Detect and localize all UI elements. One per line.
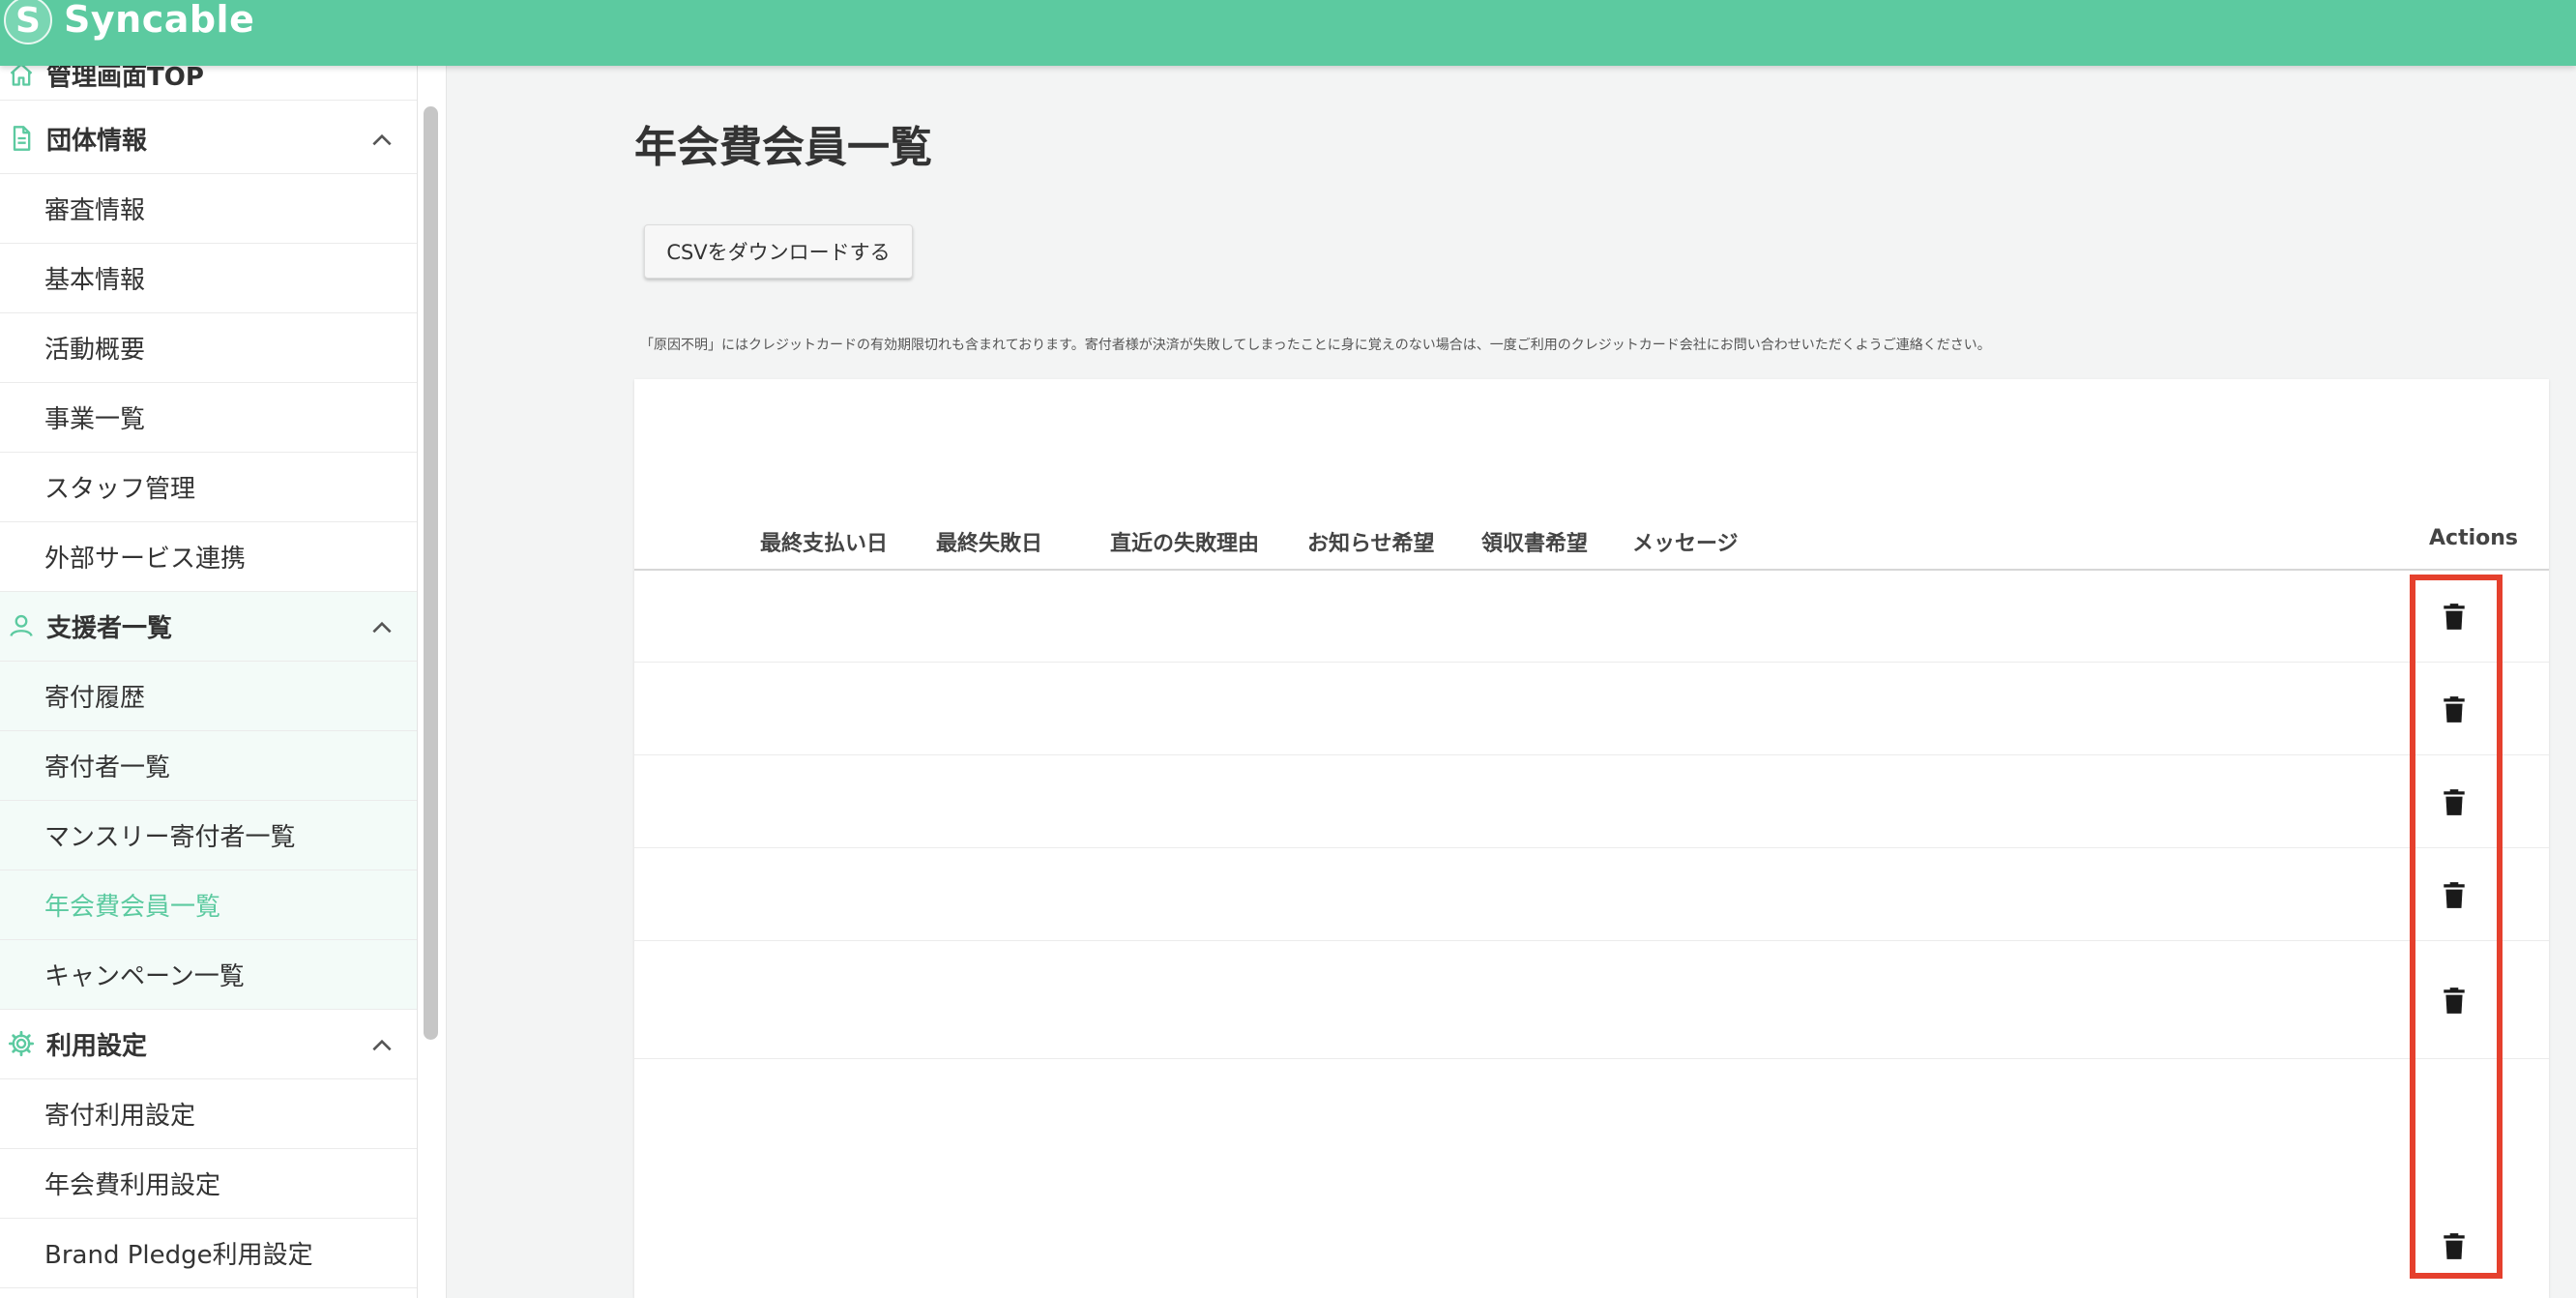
table-row-divider	[634, 1058, 2549, 1059]
sidebar-group-label: 利用設定	[46, 1032, 148, 1061]
chevron-up-icon[interactable]	[369, 1033, 395, 1058]
sidebar-item-label: 事業一覧	[44, 405, 146, 434]
top-app-bar: S Syncable	[0, 0, 2576, 66]
column-header-receipt-preference[interactable]: 領収書希望	[1481, 526, 1588, 557]
column-header-recent-failure-reason[interactable]: 直近の失敗理由	[1110, 526, 1259, 557]
csv-download-button[interactable]: CSVをダウンロードする	[644, 224, 913, 279]
app-name[interactable]: Syncable	[64, 0, 254, 41]
sidebar-item-label: キャンペーン一覧	[44, 962, 245, 991]
sidebar-item-donation-settings[interactable]: 寄付利用設定	[0, 1079, 417, 1149]
sidebar-item-campaigns[interactable]: キャンペーン一覧	[0, 940, 417, 1010]
sidebar-item-donors[interactable]: 寄付者一覧	[0, 731, 417, 801]
sidebar-group-label: 支援者一覧	[46, 614, 173, 643]
sidebar-item-external-services[interactable]: 外部サービス連携	[0, 522, 417, 592]
table-row-divider	[634, 940, 2549, 941]
sidebar-item-brand-pledge-settings[interactable]: Brand Pledge利用設定	[0, 1219, 417, 1288]
table-row-divider	[634, 754, 2549, 755]
sidebar-item-label: 外部サービス連携	[44, 545, 247, 574]
sidebar-item-monthly-donors[interactable]: マンスリー寄付者一覧	[0, 801, 417, 870]
sidebar-group-label: 団体情報	[46, 127, 148, 156]
column-header-last-failure-date[interactable]: 最終失敗日	[936, 526, 1042, 557]
sidebar-item-label: 寄付者一覧	[44, 753, 171, 782]
sidebar-item-label: 年会費会員一覧	[44, 893, 221, 922]
sidebar-item-review-info[interactable]: 審査情報	[0, 174, 417, 244]
page-title: 年会費会員一覧	[634, 123, 932, 172]
document-icon	[8, 125, 37, 154]
sidebar-group-organization[interactable]: 団体情報	[0, 104, 417, 174]
sidebar-item-label: スタッフ管理	[44, 475, 196, 504]
home-icon	[8, 66, 37, 90]
table-row-divider	[634, 662, 2549, 663]
sidebar-item-label: 活動概要	[44, 336, 146, 365]
sidebar-item-label: マンスリー寄付者一覧	[44, 823, 296, 852]
members-table-card: 最終支払い日 最終失敗日 直近の失敗理由 お知らせ希望 領収書希望 メッセージ …	[634, 379, 2549, 1298]
chevron-up-icon[interactable]	[369, 128, 395, 153]
sidebar-item-label: 寄付利用設定	[44, 1102, 196, 1131]
person-icon	[8, 612, 37, 641]
sidebar-item-donation-history[interactable]: 寄付履歴	[0, 662, 417, 731]
sidebar-group-settings[interactable]: 利用設定	[0, 1010, 417, 1079]
sidebar-item-activity-overview[interactable]: 活動概要	[0, 313, 417, 383]
sidebar-item-staff[interactable]: スタッフ管理	[0, 453, 417, 522]
actions-highlight-box	[2410, 575, 2503, 1279]
sidebar-scrollbar-thumb[interactable]	[424, 106, 438, 1040]
column-header-notification-preference[interactable]: お知らせ希望	[1307, 526, 1435, 557]
table-row-divider	[634, 847, 2549, 848]
chevron-up-icon[interactable]	[369, 615, 395, 640]
sidebar-item-basic-info[interactable]: 基本情報	[0, 244, 417, 313]
sidebar-item-admin-top[interactable]: 管理画面TOP	[0, 66, 417, 101]
sidebar-group-supporters[interactable]: 支援者一覧	[0, 592, 417, 662]
gear-icon	[8, 1030, 37, 1059]
logo-letter: S	[15, 0, 41, 41]
sidebar-item-projects[interactable]: 事業一覧	[0, 383, 417, 453]
column-header-last-payment-date[interactable]: 最終支払い日	[760, 526, 888, 557]
sidebar-item-label: 寄付履歴	[44, 684, 146, 713]
sidebar-item-label: 審査情報	[44, 196, 146, 225]
column-header-message[interactable]: メッセージ	[1632, 526, 1739, 557]
sidebar-item-label: 基本情報	[44, 266, 146, 295]
column-header-actions: Actions	[2429, 526, 2518, 550]
syncable-logo-icon[interactable]: S	[4, 0, 52, 44]
table-header-divider	[634, 569, 2549, 571]
sidebar-item-annual-members[interactable]: 年会費会員一覧	[0, 870, 417, 940]
sidebar-item-label: 管理画面TOP	[46, 66, 204, 92]
sidebar-item-label: Brand Pledge利用設定	[44, 1241, 313, 1270]
failure-reason-notice: 「原因不明」にはクレジットカードの有効期限切れも含まれております。寄付者様が決済…	[640, 338, 1991, 353]
sidebar-item-label: 年会費利用設定	[44, 1171, 221, 1200]
sidebar: 管理画面TOP 団体情報 審査情報 基本情報 活動概要 事業一覧 スタッフ管理 …	[0, 66, 418, 1298]
sidebar-item-annual-fee-settings[interactable]: 年会費利用設定	[0, 1149, 417, 1219]
